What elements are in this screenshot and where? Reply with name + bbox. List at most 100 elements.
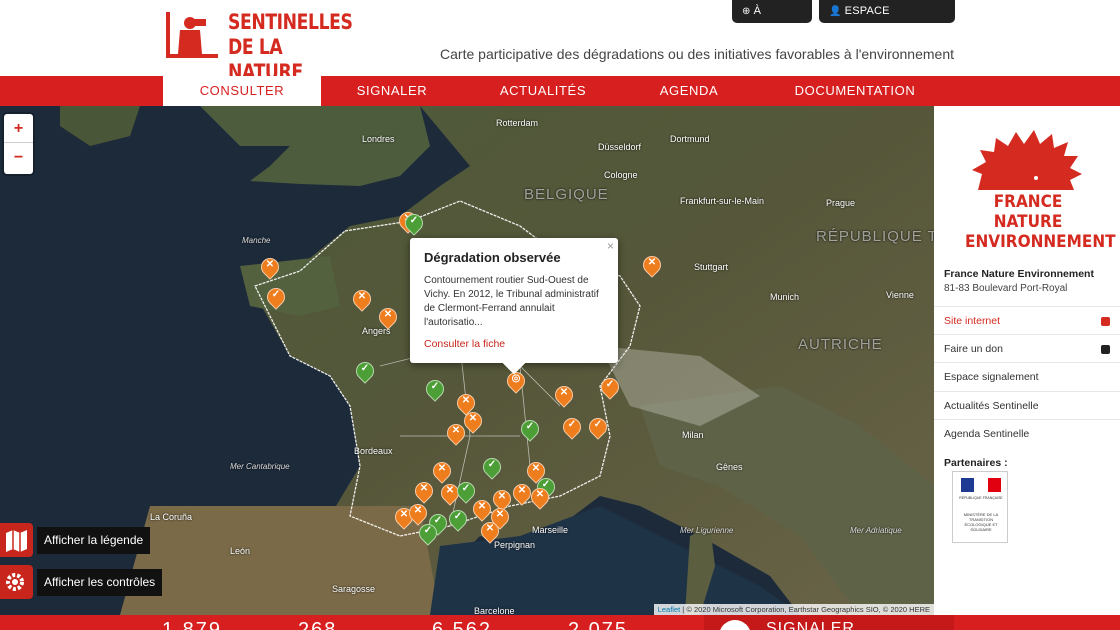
- espace-signalement-link[interactable]: Espace signalement: [934, 362, 1120, 390]
- external-link-icon: [1101, 345, 1110, 354]
- map-marker[interactable]: ✕: [443, 420, 469, 448]
- map-label-stuttgart: Stuttgart: [694, 262, 729, 272]
- map-marker[interactable]: ✕: [411, 478, 437, 506]
- map-label-genes: Gênes: [716, 462, 743, 472]
- nav-actualites[interactable]: ACTUALITÉS: [485, 76, 601, 106]
- map-marker[interactable]: ✓: [401, 210, 427, 238]
- ministere-partner-logo[interactable]: RÉPUBLIQUE FRANÇAISE MINISTÈRE DE LA TRA…: [952, 471, 1008, 543]
- consulter-fiche-link[interactable]: Consulter la fiche: [424, 338, 604, 350]
- popup-title: Dégradation observée: [424, 250, 561, 265]
- signaler-cta-button[interactable]: SIGNALER: [704, 615, 954, 630]
- popup-text: Contournement routier Sud-Ouest de Vichy…: [424, 275, 599, 328]
- logo-line-1: SENTINELLES: [228, 10, 353, 34]
- marker-popup: × Dégradation observée Contournement rou…: [410, 238, 618, 375]
- zoom-in-button[interactable]: +: [4, 114, 33, 143]
- gear-icon[interactable]: [0, 565, 33, 599]
- map-marker[interactable]: ✓: [597, 374, 623, 402]
- fne-line-2: ENVIRONNEMENT: [965, 232, 1116, 252]
- org-name: France Nature Environnement: [944, 268, 1094, 280]
- map-label-munich: Munich: [770, 292, 800, 302]
- map-marker[interactable]: ◎: [503, 368, 529, 396]
- agenda-sentinelle-label: Agenda Sentinelle: [944, 428, 1030, 440]
- stat-4: 2 075: [568, 619, 629, 630]
- map-marker[interactable]: ✓: [445, 506, 471, 534]
- map-label-milan: Milan: [682, 430, 704, 440]
- map-marker[interactable]: ✕: [639, 252, 665, 280]
- fne-logo[interactable]: FRANCE NATURE ENVIRONNEMENT: [958, 126, 1116, 252]
- fne-line-1: FRANCE NATURE: [993, 192, 1063, 232]
- map-marker[interactable]: ✓: [559, 414, 585, 442]
- map-label-cologne: Cologne: [604, 170, 638, 180]
- map-marker[interactable]: ✕: [375, 304, 401, 332]
- map-label-manche: Manche: [242, 236, 271, 245]
- map-legend-icon[interactable]: [0, 523, 33, 557]
- popup-close-button[interactable]: ×: [607, 239, 614, 253]
- signaler-cta-label: SIGNALER: [766, 620, 855, 630]
- map-marker[interactable]: ✓: [415, 520, 441, 548]
- partner-ministry-text: MINISTÈRE DE LA TRANSITION ÉCOLOGIQUE ET…: [963, 512, 999, 532]
- main-nav: CONSULTER SIGNALER ACTUALITÉS AGENDA DOC…: [0, 76, 1120, 106]
- actualites-sentinelle-label: Actualités Sentinelle: [944, 400, 1039, 412]
- faire-un-don-label: Faire un don: [944, 343, 1003, 355]
- map-marker[interactable]: ✕: [509, 480, 535, 508]
- map-marker[interactable]: ✓: [479, 454, 505, 482]
- site-internet-link[interactable]: Site internet: [934, 306, 1120, 334]
- actualites-sentinelle-link[interactable]: Actualités Sentinelle: [934, 391, 1120, 419]
- sidebar: FRANCE NATURE ENVIRONNEMENT France Natur…: [934, 106, 1120, 615]
- map-label-mer-adriatique: Mer Adriatique: [850, 526, 902, 535]
- map-marker[interactable]: ✓: [585, 414, 611, 442]
- agenda-sentinelle-link[interactable]: Agenda Sentinelle: [934, 419, 1120, 447]
- map-label-barcelone: Barcelone: [474, 606, 515, 615]
- map-marker[interactable]: ✓: [263, 284, 289, 312]
- map-label-la-coruna: La Coruña: [150, 512, 193, 522]
- map-label-belgique: BELGIQUE: [524, 186, 609, 203]
- zoom-out-button[interactable]: −: [4, 143, 33, 172]
- nav-consulter[interactable]: CONSULTER: [163, 76, 321, 106]
- map-label-mer-ligurienne: Mer Ligurienne: [680, 526, 734, 535]
- site-internet-label: Site internet: [944, 315, 1001, 327]
- sentinel-silhouette-icon: [166, 12, 218, 58]
- afficher-legende-label[interactable]: Afficher la légende: [37, 527, 151, 554]
- plus-circle-icon: ⊕: [742, 6, 751, 17]
- nav-agenda[interactable]: AGENDA: [640, 76, 738, 106]
- map-marker[interactable]: ✕: [429, 458, 455, 486]
- map-marker[interactable]: ✓: [517, 416, 543, 444]
- map-marker[interactable]: ✕: [460, 408, 486, 436]
- fne-wordmark: FRANCE NATURE ENVIRONNEMENT: [965, 192, 1116, 252]
- leaflet-link[interactable]: Leaflet: [658, 605, 681, 614]
- afficher-controles-label[interactable]: Afficher les contrôles: [37, 569, 163, 596]
- map-marker[interactable]: ✕: [469, 496, 495, 524]
- map-marker[interactable]: ✕: [477, 518, 503, 546]
- map-marker[interactable]: ✕: [551, 382, 577, 410]
- external-link-icon: [1101, 317, 1110, 326]
- map-attribution: Leaflet | © 2020 Microsoft Corporation, …: [653, 604, 934, 615]
- map-label-londres: Londres: [362, 134, 395, 144]
- zoom-control: + −: [4, 114, 33, 174]
- map-label-autriche: AUTRICHE: [798, 336, 883, 353]
- map-marker[interactable]: ✕: [257, 254, 283, 282]
- user-icon: 👤: [829, 6, 842, 17]
- map-label-dortmund: Dortmund: [670, 134, 710, 144]
- map-marker[interactable]: ✓: [352, 358, 378, 386]
- nav-documentation[interactable]: DOCUMENTATION: [776, 76, 934, 106]
- sentinelles-logo[interactable]: SENTINELLES DE LA NATURE: [166, 8, 353, 84]
- a-savoir-button[interactable]: ⊕ À SAVOIR: [732, 0, 812, 40]
- map-label-marseille: Marseille: [532, 525, 569, 535]
- faire-un-don-link[interactable]: Faire un don: [934, 334, 1120, 362]
- map-marker[interactable]: ✓: [422, 376, 448, 404]
- map-marker[interactable]: ✕: [527, 484, 553, 512]
- french-flag-icon: [961, 478, 1001, 492]
- attribution-text: | © 2020 Microsoft Corporation, Earthsta…: [680, 605, 930, 614]
- map-label-rotterdam: Rotterdam: [496, 118, 539, 128]
- stat-2: 268: [298, 619, 338, 630]
- map-label-mer-cantabrique: Mer Cantabrique: [230, 462, 290, 471]
- nav-signaler[interactable]: SIGNALER: [336, 76, 448, 106]
- tagline: Carte participative des dégradations ou …: [440, 46, 954, 62]
- espace-sentinelle-button[interactable]: 👤 ESPACE SENTINELLE: [819, 0, 955, 40]
- org-address: 81-83 Boulevard Port-Royal: [944, 283, 1068, 294]
- header: SENTINELLES DE LA NATURE ⊕ À SAVOIR 👤 ESPA…: [0, 0, 1120, 84]
- map-label-bordeaux: Bordeaux: [354, 446, 393, 456]
- map-label-frankfurt: Frankfurt-sur-le-Main: [680, 196, 765, 206]
- map-marker[interactable]: ✕: [349, 286, 375, 314]
- map-label-dusseldorf: Düsseldorf: [598, 142, 642, 152]
